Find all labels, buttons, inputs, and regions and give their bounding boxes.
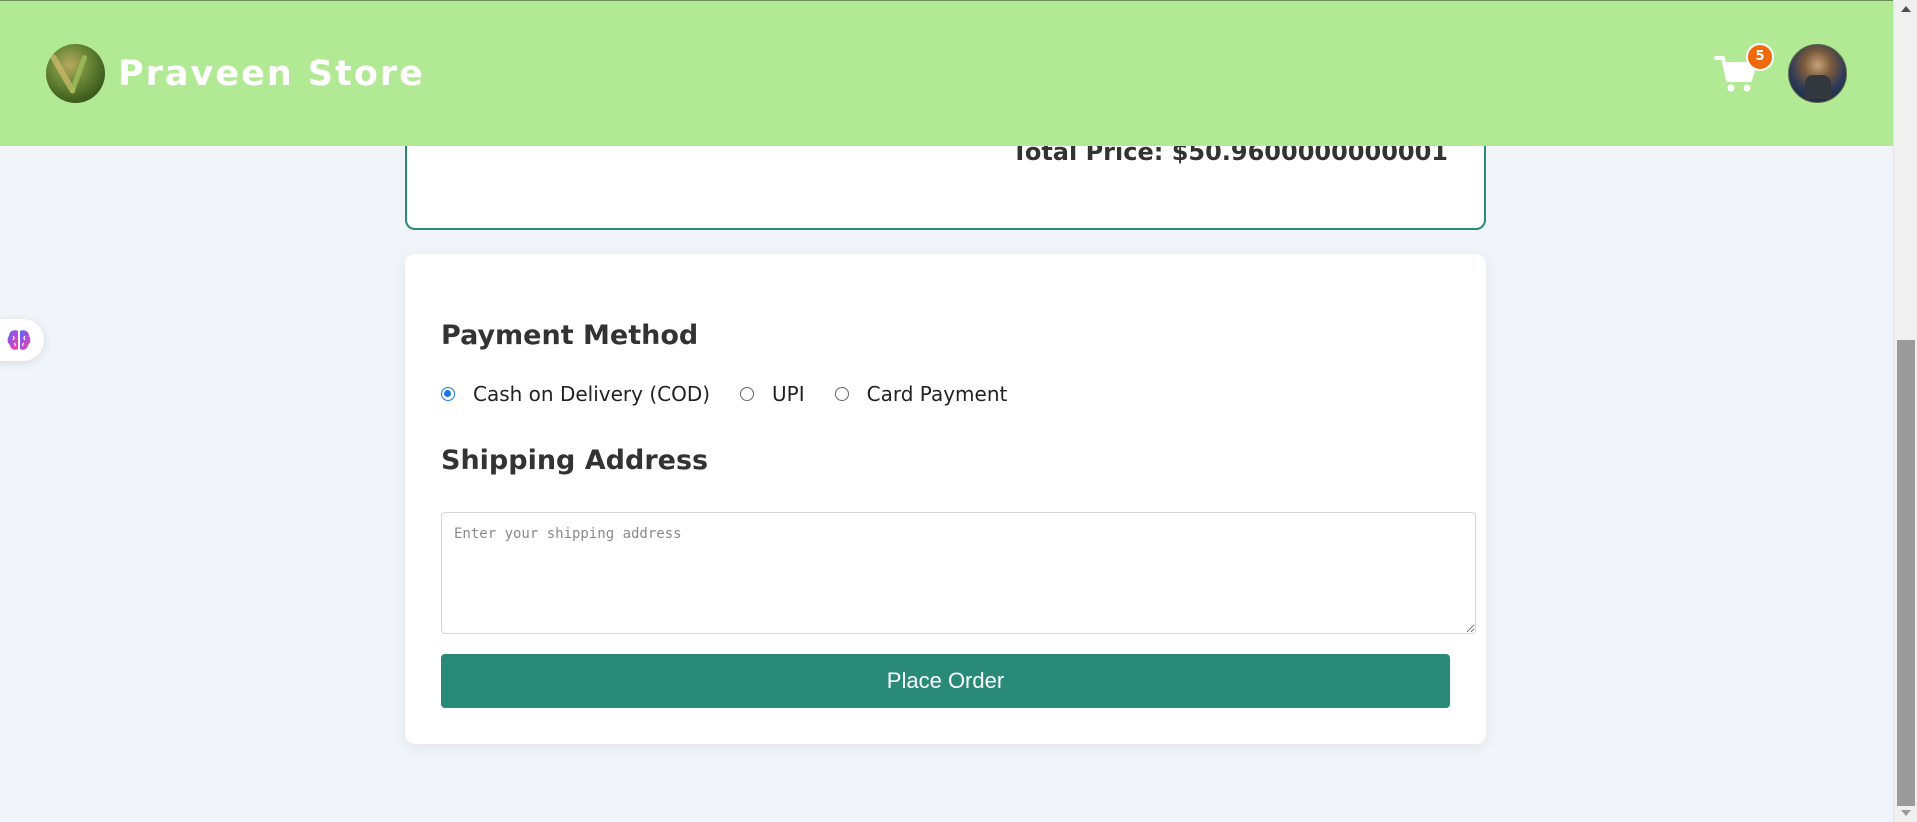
cart-count-badge: 5 — [1746, 42, 1774, 71]
scroll-up-arrow[interactable] — [1894, 2, 1917, 16]
payment-option-cod[interactable]: Cash on Delivery (COD) — [441, 382, 710, 406]
payment-method-title: Payment Method — [441, 320, 699, 351]
radio-card[interactable] — [834, 387, 849, 401]
shipping-address-title: Shipping Address — [441, 445, 709, 476]
payment-option-upi[interactable]: UPI — [740, 382, 805, 406]
place-order-button[interactable]: Place Order — [441, 654, 1450, 708]
scroll-down-arrow[interactable] — [1894, 806, 1917, 820]
payment-option-card[interactable]: Card Payment — [834, 382, 1008, 406]
brand[interactable]: Praveen Store — [46, 44, 425, 103]
page-scrollbar[interactable] — [1893, 0, 1917, 822]
user-avatar[interactable] — [1788, 44, 1847, 103]
scroll-thumb[interactable] — [1897, 340, 1915, 806]
store-logo — [46, 44, 105, 103]
payment-option-label: UPI — [772, 382, 805, 406]
checkout-card: Payment Method Cash on Delivery (COD) UP… — [405, 254, 1486, 744]
header-actions: 5 — [1714, 42, 1847, 103]
assistant-widget[interactable] — [0, 319, 44, 361]
cart-button[interactable]: 5 — [1714, 42, 1774, 94]
radio-upi[interactable] — [740, 387, 755, 401]
brain-icon — [7, 330, 31, 350]
shipping-address-input[interactable] — [441, 512, 1476, 634]
payment-option-label: Cash on Delivery (COD) — [473, 382, 711, 406]
site-header: Praveen Store 5 — [0, 0, 1893, 146]
payment-option-label: Card Payment — [866, 382, 1008, 406]
store-name: Praveen Store — [118, 53, 425, 94]
radio-cod[interactable] — [441, 387, 455, 401]
payment-options: Cash on Delivery (COD) UPI Card Payment — [441, 382, 1037, 406]
